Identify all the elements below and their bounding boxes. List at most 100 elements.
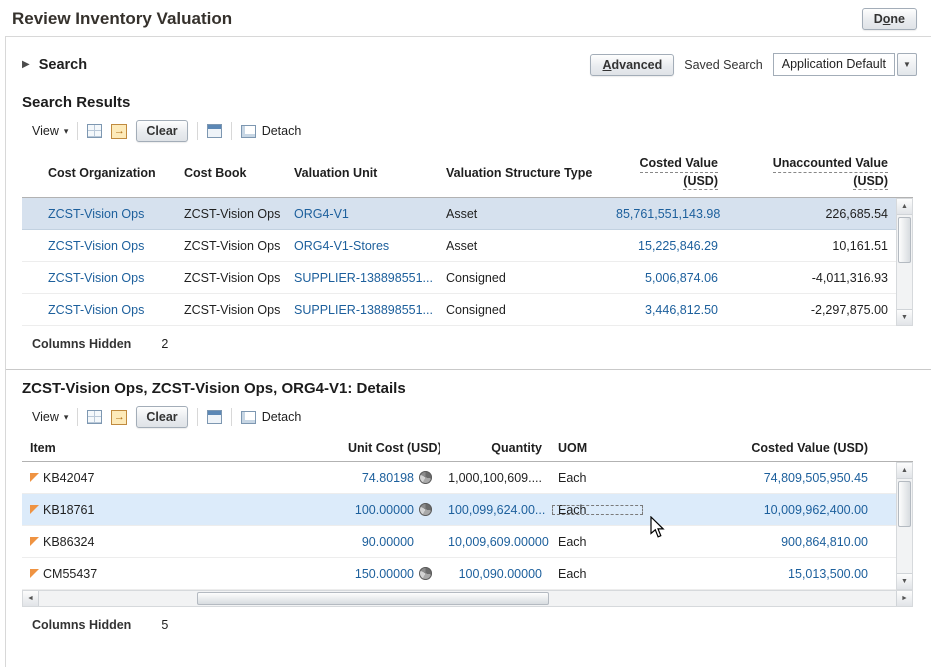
- cost-organization-link[interactable]: ZCST-Vision Ops: [40, 271, 176, 285]
- cost-organization-link[interactable]: ZCST-Vision Ops: [40, 207, 176, 221]
- row-selector[interactable]: [22, 294, 40, 325]
- scroll-up-button[interactable]: ▲: [897, 463, 912, 479]
- scroll-thumb[interactable]: [898, 481, 911, 527]
- col-header-costed-value[interactable]: Costed Value (USD): [608, 155, 726, 191]
- table-row[interactable]: ZCST-Vision Ops ZCST-Vision Ops ORG4-V1-…: [22, 230, 896, 262]
- chevron-down-icon: ▾: [64, 126, 69, 137]
- page-title: Review Inventory Valuation: [12, 9, 232, 29]
- view-menu[interactable]: View ▾: [32, 124, 68, 138]
- detach-button[interactable]: Detach: [241, 410, 302, 424]
- detach-button[interactable]: Detach: [241, 124, 302, 138]
- valuation-unit-link[interactable]: ORG4-V1-Stores: [286, 239, 438, 253]
- col-header-cost-organization[interactable]: Cost Organization: [40, 166, 176, 180]
- valuation-unit-link[interactable]: SUPPLIER-138898551...: [286, 303, 438, 317]
- freeze-icon[interactable]: [207, 124, 222, 138]
- quantity-link[interactable]: 10,009,609.00000: [440, 535, 550, 549]
- disclosure-triangle-icon: ▶: [22, 59, 30, 70]
- columns-hidden-status: Columns Hidden 2: [32, 335, 931, 353]
- horizontal-scrollbar[interactable]: ◄ ►: [22, 590, 913, 607]
- export-to-excel-icon[interactable]: [87, 410, 102, 424]
- row-selector[interactable]: [22, 230, 40, 261]
- scroll-down-button[interactable]: ▼: [897, 309, 912, 325]
- vertical-scrollbar[interactable]: ▲ ▼: [896, 198, 913, 326]
- advanced-button[interactable]: Advanced: [590, 54, 674, 76]
- costed-value-link[interactable]: 3,446,812.50: [608, 303, 726, 317]
- cost-organization-link[interactable]: ZCST-Vision Ops: [40, 239, 176, 253]
- search-region: ▶ Search Advanced Saved Search Applicati…: [6, 37, 931, 84]
- scroll-thumb[interactable]: [898, 217, 911, 263]
- query-by-example-icon[interactable]: →: [111, 124, 127, 139]
- table-row[interactable]: KB18761 100.00000 100,099,624.00... Each…: [22, 494, 896, 526]
- vertical-scrollbar[interactable]: ▲ ▼: [896, 462, 913, 590]
- valuation-unit-link[interactable]: SUPPLIER-138898551...: [286, 271, 438, 285]
- saved-search-dropdown-button[interactable]: ▼: [897, 53, 917, 76]
- view-menu[interactable]: View ▾: [32, 410, 68, 424]
- valuation-unit-link[interactable]: ORG4-V1: [286, 207, 438, 221]
- valuation-structure-type-value: Consigned: [438, 271, 608, 285]
- saved-search-value[interactable]: Application Default: [773, 53, 895, 76]
- scroll-right-button[interactable]: ►: [896, 591, 912, 606]
- table-row[interactable]: ZCST-Vision Ops ZCST-Vision Ops SUPPLIER…: [22, 294, 896, 326]
- cost-breakdown-pie-icon[interactable]: [419, 471, 432, 484]
- uom-value: Each: [550, 471, 645, 485]
- table-row[interactable]: KB42047 74.80198 1,000,100,609.... Each …: [22, 462, 896, 494]
- clear-button[interactable]: Clear: [136, 406, 187, 428]
- cost-book-value: ZCST-Vision Ops: [176, 207, 286, 221]
- col-header-unaccounted-value[interactable]: Unaccounted Value (USD): [726, 155, 896, 191]
- scroll-track[interactable]: [897, 215, 912, 309]
- col-header-quantity[interactable]: Quantity: [440, 441, 550, 455]
- unit-cost-link[interactable]: 90.00000: [362, 535, 414, 549]
- unit-cost-link[interactable]: 100.00000: [355, 503, 414, 517]
- scroll-track[interactable]: [897, 479, 912, 573]
- details-toolbar: View ▾ → Clear Detach: [22, 401, 931, 434]
- item-cell: CM55437: [22, 567, 340, 581]
- search-disclosure[interactable]: ▶ Search: [22, 57, 87, 73]
- costed-value-link[interactable]: 900,864,810.00: [645, 535, 896, 549]
- col-header-costed-value[interactable]: Costed Value (USD): [645, 441, 896, 455]
- detach-icon: [241, 125, 256, 138]
- toolbar-separator: [231, 408, 232, 426]
- quantity-link[interactable]: 100,099,624.00...: [440, 503, 550, 517]
- clear-button[interactable]: Clear: [136, 120, 187, 142]
- col-header-valuation-structure-type[interactable]: Valuation Structure Type: [438, 166, 608, 180]
- view-menu-label: View: [32, 124, 59, 138]
- scroll-track[interactable]: [39, 591, 896, 606]
- quantity-link[interactable]: 100,090.00000: [440, 567, 550, 581]
- scroll-thumb[interactable]: [197, 592, 549, 605]
- scroll-left-button[interactable]: ◄: [23, 591, 39, 606]
- col-header-unit-cost[interactable]: Unit Cost (USD): [340, 441, 440, 455]
- costed-value-link[interactable]: 15,225,846.29: [608, 239, 726, 253]
- col-header-item[interactable]: Item: [22, 441, 340, 455]
- done-button[interactable]: Done: [862, 8, 917, 30]
- query-by-example-icon[interactable]: →: [111, 410, 127, 425]
- cost-organization-link[interactable]: ZCST-Vision Ops: [40, 303, 176, 317]
- table-row[interactable]: ZCST-Vision Ops ZCST-Vision Ops ORG4-V1 …: [22, 198, 896, 230]
- item-label: KB86324: [43, 535, 94, 549]
- row-selector[interactable]: [22, 262, 40, 293]
- export-to-excel-icon[interactable]: [87, 124, 102, 138]
- col-header-valuation-unit[interactable]: Valuation Unit: [286, 166, 438, 180]
- saved-search-select[interactable]: Application Default ▼: [773, 53, 917, 76]
- row-selector[interactable]: [22, 198, 40, 229]
- costed-value-link[interactable]: 15,013,500.00: [645, 567, 896, 581]
- col-header-uom[interactable]: UOM: [550, 441, 645, 455]
- col-header-cost-book[interactable]: Cost Book: [176, 166, 286, 180]
- item-flag-icon: [30, 569, 39, 578]
- scroll-down-button[interactable]: ▼: [897, 573, 912, 589]
- scroll-up-button[interactable]: ▲: [897, 199, 912, 215]
- freeze-icon[interactable]: [207, 410, 222, 424]
- table-row[interactable]: CM55437 150.00000 100,090.00000 Each 15,…: [22, 558, 896, 590]
- costed-value-link[interactable]: 74,809,505,950.45: [645, 471, 896, 485]
- table-row[interactable]: KB86324 90.00000 10,009,609.00000 Each 9…: [22, 526, 896, 558]
- costed-value-link[interactable]: 85,761,551,143.98: [608, 207, 726, 221]
- section-divider: [6, 369, 931, 370]
- unit-cost-link[interactable]: 74.80198: [362, 471, 414, 485]
- cost-breakdown-pie-icon[interactable]: [419, 503, 432, 516]
- costed-value-link[interactable]: 5,006,874.06: [608, 271, 726, 285]
- search-actions: Advanced Saved Search Application Defaul…: [590, 53, 917, 76]
- costed-value-link[interactable]: 10,009,962,400.00: [645, 503, 896, 517]
- columns-hidden-count: 5: [161, 618, 168, 632]
- cost-breakdown-pie-icon[interactable]: [419, 567, 432, 580]
- unit-cost-link[interactable]: 150.00000: [355, 567, 414, 581]
- table-row[interactable]: ZCST-Vision Ops ZCST-Vision Ops SUPPLIER…: [22, 262, 896, 294]
